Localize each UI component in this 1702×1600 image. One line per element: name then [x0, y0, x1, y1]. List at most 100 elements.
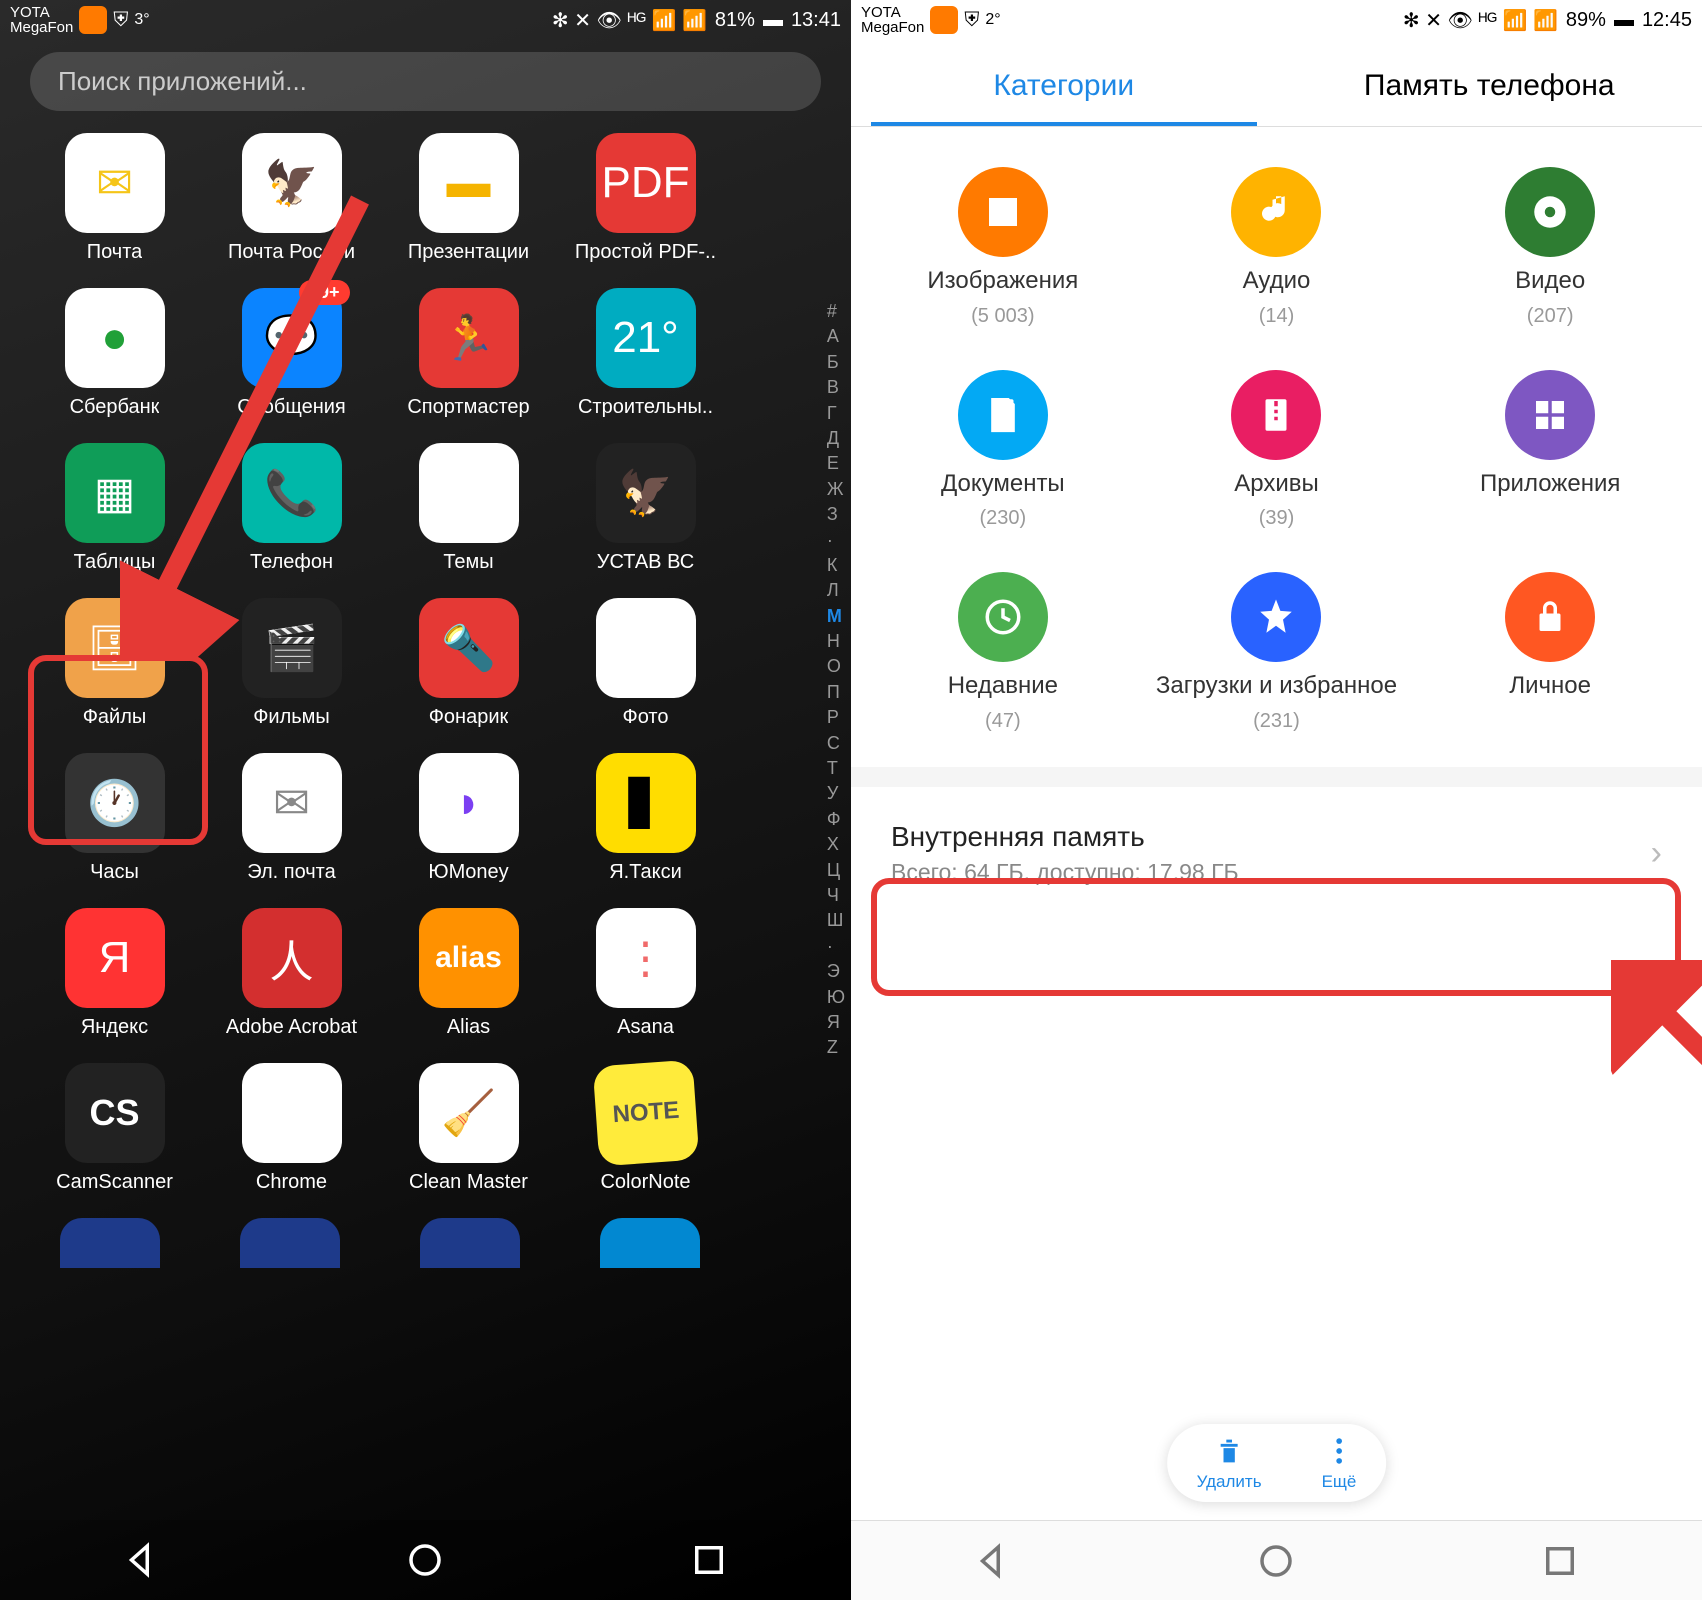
alpha-letter[interactable]: С — [827, 732, 845, 755]
alpha-letter[interactable]: Э — [827, 960, 845, 983]
arrow-annotation — [1611, 960, 1702, 1420]
app-slides[interactable]: ▬Презентации — [384, 133, 553, 264]
mail-icon: ✉ — [65, 133, 165, 233]
app-clean[interactable]: 🧹Clean Master — [384, 1063, 553, 1194]
alpha-letter[interactable]: В — [827, 376, 845, 399]
alpha-letter[interactable]: Р — [827, 706, 845, 729]
app-label: Clean Master — [409, 1171, 528, 1194]
app-mail[interactable]: ✉Почта — [30, 133, 199, 264]
alpha-letter[interactable]: П — [827, 681, 845, 704]
home-button[interactable] — [1255, 1540, 1297, 1582]
temperature: 2° — [985, 11, 1000, 29]
alpha-letter[interactable]: Ч — [827, 884, 845, 907]
home-button[interactable] — [404, 1539, 446, 1581]
alpha-letter[interactable]: Х — [827, 833, 845, 856]
internal-storage-row[interactable]: Внутренняя память Всего: 64 ГБ, доступно… — [871, 803, 1682, 904]
app-yandex[interactable]: ЯЯндекс — [30, 908, 199, 1039]
app-phone[interactable]: 📞Телефон — [207, 443, 376, 574]
category-audio[interactable]: Аудио(14) — [1145, 167, 1409, 328]
alpha-letter[interactable]: Д — [827, 427, 845, 450]
app-sber[interactable]: ●Сбербанк — [30, 288, 199, 419]
app-films[interactable]: 🎬Фильмы — [207, 598, 376, 729]
nav-bar — [0, 1520, 851, 1600]
category-apps[interactable]: Приложения — [1418, 370, 1682, 531]
alpha-letter[interactable]: Ф — [827, 808, 845, 831]
app-cs[interactable]: CSCamScanner — [30, 1063, 199, 1194]
app-photos[interactable]: ✦Фото — [561, 598, 730, 729]
category-private[interactable]: Личное — [1418, 572, 1682, 733]
alpha-letter[interactable]: Л — [827, 579, 845, 602]
tab-categories[interactable]: Категории — [851, 46, 1277, 126]
app-acrobat[interactable]: 人Adobe Acrobat — [207, 908, 376, 1039]
app-indicator-icon — [930, 6, 958, 34]
category-video[interactable]: Видео(207) — [1418, 167, 1682, 328]
app-torch[interactable]: 🔦Фонарик — [384, 598, 553, 729]
temperature: 3° — [134, 11, 149, 29]
app-sport[interactable]: 🏃Спортмастер — [384, 288, 553, 419]
storage-title: Внутренняя память — [891, 821, 1239, 853]
app-yumoney[interactable]: ◗ЮMoney — [384, 753, 553, 884]
right-screenshot: YOTA MegaFon ⛨ 2° ✻ ✕ 👁 ᴴᴳ 📶 📶 89% ▬ 12:… — [851, 0, 1702, 1600]
sport-icon: 🏃 — [419, 288, 519, 388]
app-themes[interactable]: 🖌Темы — [384, 443, 553, 574]
tab-storage[interactable]: Память телефона — [1277, 46, 1702, 126]
app-files[interactable]: 🗄Файлы — [30, 598, 199, 729]
more-button[interactable]: Ещё — [1322, 1434, 1357, 1492]
app-email[interactable]: ✉Эл. почта — [207, 753, 376, 884]
app-alias[interactable]: aliasAlias — [384, 908, 553, 1039]
carrier-label: YOTA MegaFon — [861, 5, 924, 35]
category-archives[interactable]: Архивы(39) — [1145, 370, 1409, 531]
alpha-letter[interactable]: Б — [827, 351, 845, 374]
action-bar: Удалить Ещё — [1167, 1424, 1387, 1502]
alpha-letter[interactable]: Ж — [827, 478, 845, 501]
alpha-letter[interactable]: · — [827, 935, 845, 958]
app-msg[interactable]: 💬99+Сообщения — [207, 288, 376, 419]
category-grid: Изображения(5 003)Аудио(14)Видео(207) Док… — [851, 127, 1702, 753]
alpha-letter[interactable]: А — [827, 325, 845, 348]
alpha-letter[interactable]: Н — [827, 630, 845, 653]
alpha-letter[interactable]: Ш — [827, 909, 845, 932]
alpha-letter[interactable]: Г — [827, 402, 845, 425]
back-button[interactable] — [121, 1539, 163, 1581]
alpha-letter[interactable]: Z — [827, 1036, 845, 1059]
app-asana[interactable]: ⋮Asana — [561, 908, 730, 1039]
alpha-letter[interactable]: Ц — [827, 859, 845, 882]
app-ustav[interactable]: 🦅УСТАВ ВС — [561, 443, 730, 574]
back-button[interactable] — [972, 1540, 1014, 1582]
category-docs[interactable]: Документы(230) — [871, 370, 1135, 531]
delete-button[interactable]: Удалить — [1197, 1434, 1262, 1492]
alpha-letter[interactable]: У — [827, 782, 845, 805]
alpha-letter[interactable]: Е — [827, 452, 845, 475]
recents-button[interactable] — [1539, 1540, 1581, 1582]
alpha-letter[interactable]: Т — [827, 757, 845, 780]
yandex-icon: Я — [65, 908, 165, 1008]
app-rupost[interactable]: 🦅Почта России — [207, 133, 376, 264]
app-taxi[interactable]: ▋Я.Такси — [561, 753, 730, 884]
category-count: (14) — [1259, 305, 1295, 328]
alpha-letter[interactable]: З — [827, 503, 845, 526]
app-sheets[interactable]: ▦Таблицы — [30, 443, 199, 574]
alphabet-index[interactable]: #АБВГДЕЖЗ·КЛМНОПРСТУФХЦЧШ·ЭЮЯZ — [827, 300, 845, 1060]
private-icon — [1505, 572, 1595, 662]
search-input[interactable]: Поиск приложений... — [30, 52, 821, 111]
acrobat-icon: 人 — [242, 908, 342, 1008]
app-clock[interactable]: 🕐Часы — [30, 753, 199, 884]
alpha-letter[interactable]: К — [827, 554, 845, 577]
app-chrome[interactable]: ◉Chrome — [207, 1063, 376, 1194]
app-build[interactable]: 21°Строительны.. — [561, 288, 730, 419]
category-images[interactable]: Изображения(5 003) — [871, 167, 1135, 328]
alpha-letter[interactable]: # — [827, 300, 845, 323]
video-icon — [1505, 167, 1595, 257]
alpha-letter[interactable]: М — [827, 605, 845, 628]
app-note[interactable]: NOTEColorNote — [561, 1063, 730, 1194]
app-pdf[interactable]: PDFПростой PDF-.. — [561, 133, 730, 264]
category-count: (230) — [979, 507, 1026, 530]
alpha-letter[interactable]: Ю — [827, 986, 845, 1009]
category-recent[interactable]: Недавние(47) — [871, 572, 1135, 733]
alpha-letter[interactable]: О — [827, 655, 845, 678]
app-label: Эл. почта — [247, 861, 336, 884]
alpha-letter[interactable]: Я — [827, 1011, 845, 1034]
recents-button[interactable] — [688, 1539, 730, 1581]
alpha-letter[interactable]: · — [827, 529, 845, 552]
category-downloads[interactable]: Загрузки и избранное(231) — [1145, 572, 1409, 733]
